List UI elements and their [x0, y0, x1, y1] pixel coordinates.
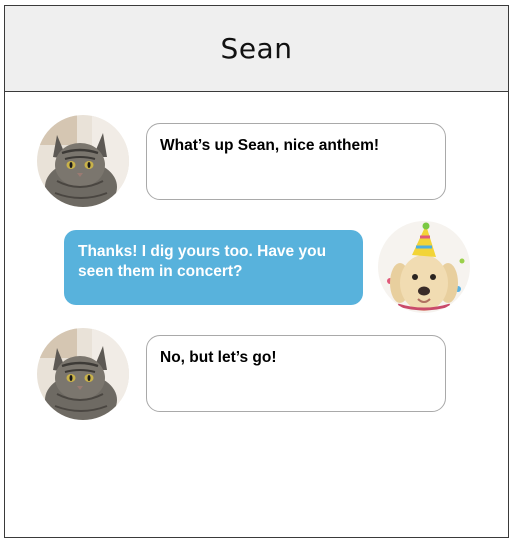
contact-name: Sean	[220, 32, 293, 65]
message-text: Thanks! I dig yours too. Have you seen t…	[78, 243, 327, 280]
message-bubble-outgoing: Thanks! I dig yours too. Have you seen t…	[64, 230, 363, 305]
dog-party-hat-avatar[interactable]	[378, 221, 470, 313]
message-bubble-incoming: What’s up Sean, nice anthem!	[146, 123, 446, 200]
cat-avatar[interactable]	[37, 115, 129, 207]
cat-avatar[interactable]	[37, 328, 129, 420]
chat-header: Sean	[5, 6, 508, 92]
message-bubble-incoming: No, but let’s go!	[146, 335, 446, 412]
message-text: What’s up Sean, nice anthem!	[160, 137, 380, 154]
message-text: No, but let’s go!	[160, 349, 277, 366]
